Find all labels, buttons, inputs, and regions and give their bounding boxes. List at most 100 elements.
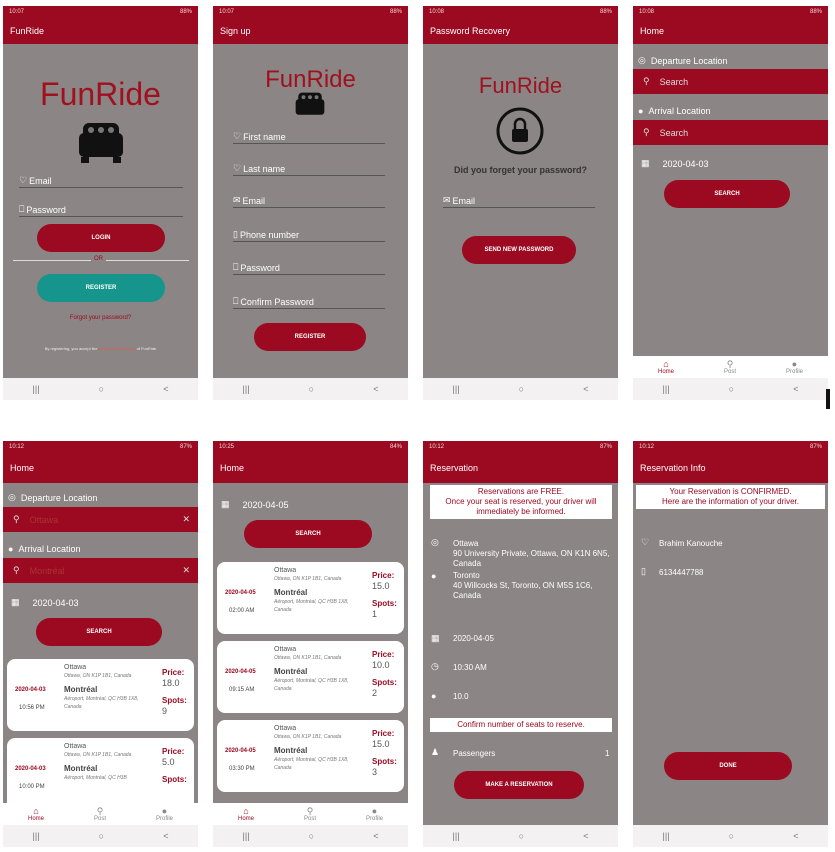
recents-icon[interactable]: ||| <box>663 384 670 394</box>
ride-card[interactable]: Ottawa Ottawa, ON K1P 1B1, Canada 2020-04… <box>217 562 404 634</box>
done-button[interactable]: DONE <box>664 752 792 780</box>
lock-icon: ⎕ <box>233 296 239 306</box>
app-bar-title: Home <box>3 453 198 483</box>
recents-icon[interactable]: ||| <box>663 831 670 841</box>
date-field[interactable]: ▦ 2020-04-03 <box>641 158 709 169</box>
tab-profile[interactable]: ● Profile <box>156 806 173 822</box>
password-field[interactable]: ⎕ Password <box>19 204 183 217</box>
app-bar-title: Password Recovery <box>423 18 618 44</box>
back-icon[interactable]: < <box>163 831 168 841</box>
back-icon[interactable]: < <box>373 384 378 394</box>
tab-home[interactable]: ⌂ Home <box>658 359 674 375</box>
search-icon: ⚲ <box>13 514 20 524</box>
back-icon[interactable]: < <box>793 831 798 841</box>
departure-label: ◎ Departure Location <box>8 492 98 503</box>
home-nav-icon[interactable]: ○ <box>309 831 314 841</box>
calendar-icon: ▦ <box>431 633 440 643</box>
app-bar-title: Home <box>213 453 408 483</box>
tab-home[interactable]: ⌂ Home <box>238 806 254 822</box>
target-icon: ◎ <box>638 55 646 65</box>
tab-home[interactable]: ⌂ Home <box>28 806 44 822</box>
back-icon[interactable]: < <box>583 384 588 394</box>
first-name-field[interactable]: ♡ First name <box>233 131 385 144</box>
status-bar: 10:07 88% <box>3 6 198 18</box>
pin-icon: ● <box>638 106 644 116</box>
lock-icon: ⎕ <box>233 262 239 272</box>
search-button[interactable]: SEARCH <box>36 618 162 646</box>
forgot-password-link[interactable]: Forgot your password? <box>3 315 198 321</box>
home-nav-icon[interactable]: ○ <box>99 384 104 394</box>
status-bar: 10:25 84% <box>213 441 408 453</box>
home-nav-icon[interactable]: ○ <box>729 831 734 841</box>
pin-icon: ● <box>8 544 14 554</box>
back-icon[interactable]: < <box>163 384 168 394</box>
password-field[interactable]: ⎕ Password <box>233 262 385 275</box>
search-icon: ⚲ <box>643 127 650 137</box>
money-icon: ● <box>431 691 437 701</box>
tab-profile[interactable]: ● Profile <box>366 805 383 822</box>
home-nav-icon[interactable]: ○ <box>729 384 734 394</box>
terms-link[interactable]: terms and conditions <box>99 346 136 351</box>
recents-icon[interactable]: ||| <box>243 831 250 841</box>
bottom-tab-bar: ⌂ Home ⚲ Post ● Profile <box>213 803 408 825</box>
target-icon: ◎ <box>8 492 16 502</box>
search-button[interactable]: SEARCH <box>664 180 790 208</box>
make-reservation-button[interactable]: MAKE A RESERVATION <box>454 771 584 799</box>
user-icon: ♡ <box>233 131 242 141</box>
clear-icon[interactable]: ✕ <box>182 565 190 576</box>
arrival-search[interactable]: ⚲ Montréal ✕ <box>3 558 198 583</box>
date-field[interactable]: ▦ 2020-04-05 <box>221 499 289 510</box>
recents-icon[interactable]: ||| <box>33 384 40 394</box>
status-bar: 10:08 88% <box>423 6 618 18</box>
email-field[interactable]: ✉ Email <box>443 195 595 208</box>
home-nav-icon[interactable]: ○ <box>309 384 314 394</box>
recents-icon[interactable]: ||| <box>453 384 460 394</box>
confirm-password-field[interactable]: ⎕ Confirm Password <box>233 296 385 309</box>
tab-post[interactable]: ⚲ Post <box>304 806 316 822</box>
tab-post[interactable]: ⚲ Post <box>724 359 736 375</box>
register-button[interactable]: REGISTER <box>37 274 165 302</box>
send-new-password-button[interactable]: SEND NEW PASSWORD <box>462 236 576 264</box>
home-nav-icon[interactable]: ○ <box>519 384 524 394</box>
edge-mark <box>826 389 830 409</box>
departure-address: Ottawa 90 University Private, Ottawa, ON … <box>453 539 610 568</box>
departure-search[interactable]: ⚲ Ottawa ✕ <box>3 507 198 532</box>
screen-reservation: 10:12 87% Reservation Reservations are FR… <box>423 441 618 847</box>
email-field[interactable]: ✉ Email <box>233 195 385 208</box>
departure-search[interactable]: ⚲ Search <box>633 69 828 94</box>
passengers-count[interactable]: 1 <box>605 749 609 759</box>
app-bar-title: Reservation Info <box>633 453 828 483</box>
status-bar: 10:08 88% <box>633 6 828 18</box>
arrival-search[interactable]: ⚲ Search <box>633 120 828 145</box>
android-nav-bar: ||| ○ < <box>213 378 408 400</box>
status-bar: 10:12 87% <box>3 441 198 453</box>
back-icon[interactable]: < <box>583 831 588 841</box>
screen-home-empty: 10:08 88% Home ◎ Departure Location ⚲ Searc… <box>633 6 828 400</box>
login-button[interactable]: LOGIN <box>37 224 165 252</box>
tab-profile[interactable]: ● Profile <box>786 359 803 375</box>
home-nav-icon[interactable]: ○ <box>519 831 524 841</box>
recents-icon[interactable]: ||| <box>33 831 40 841</box>
last-name-field[interactable]: ♡ Last name <box>233 163 385 176</box>
ride-card[interactable]: Ottawa Ottawa, ON K1P 1B1, Canada 2020-04… <box>217 641 404 713</box>
register-button[interactable]: REGISTER <box>254 323 366 351</box>
recents-icon[interactable]: ||| <box>243 384 250 394</box>
back-icon[interactable]: < <box>373 831 378 841</box>
phone-field[interactable]: ▯ Phone number <box>233 229 385 242</box>
ride-card[interactable]: Ottawa Ottawa, ON K1P 1B1, Canada 2020-04… <box>217 720 404 792</box>
driver-name: Brahim Kanouche <box>659 539 723 548</box>
ride-card[interactable]: Ottawa Ottawa, ON K1P 1B1, Canada 2020-04… <box>7 738 194 810</box>
email-field[interactable]: ♡ Email <box>19 175 183 188</box>
tab-post[interactable]: ⚲ Post <box>94 806 106 822</box>
search-button[interactable]: SEARCH <box>244 520 372 548</box>
ride-card[interactable]: Ottawa Ottawa, ON K1P 1B1, Canada 2020-04… <box>7 659 194 731</box>
profile-icon: ● <box>371 805 378 816</box>
confirmed-notice: Your Reservation is CONFIRMED. Here are … <box>636 485 825 509</box>
free-notice: Reservations are FREE. Once your seat is… <box>430 485 612 519</box>
home-nav-icon[interactable]: ○ <box>99 831 104 841</box>
clear-icon[interactable]: ✕ <box>182 514 190 525</box>
recents-icon[interactable]: ||| <box>453 831 460 841</box>
back-icon[interactable]: < <box>793 384 798 394</box>
screen-home-scrolled: 10:25 84% Home ▦ 2020-04-05 SEARCH Ottawa O… <box>213 441 408 847</box>
date-field[interactable]: ▦ 2020-04-03 <box>11 597 79 608</box>
